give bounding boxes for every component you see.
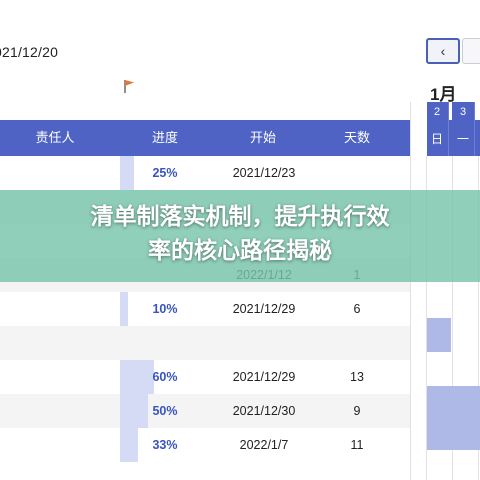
start-date-cell: [222, 326, 306, 360]
calendar-task-bar: [427, 386, 480, 450]
header-progress: 进度: [151, 130, 178, 145]
next-month-button[interactable]: [462, 38, 480, 64]
days-cell: 13: [350, 370, 364, 384]
start-date-cell: 2022/1/7: [239, 438, 289, 452]
column-separator: [410, 102, 427, 480]
header-owner: 责任人: [35, 130, 75, 145]
days-cell: 6: [353, 302, 361, 316]
banner-title-line-2: 率的核心路径揭秘: [148, 238, 332, 264]
progress-bar: [120, 292, 128, 326]
table-row[interactable]: 60% 2021/12/29 13: [0, 360, 410, 394]
banner-title: 清单制落实机制，提升执行效 率的核心路径揭秘: [0, 200, 480, 268]
days-cell: 11: [350, 438, 364, 452]
table-header: 责任人 进度 开始 天数: [0, 120, 480, 156]
progress-cell: [130, 326, 200, 360]
header-start: 开始: [249, 130, 276, 145]
progress-cell: 50%: [152, 404, 178, 418]
start-date-cell: 2021/12/30: [232, 404, 296, 418]
calendar-weekday: 日: [430, 132, 443, 146]
start-date-cell: 2021/12/29: [232, 302, 296, 316]
table-row[interactable]: 50% 2021/12/30 9: [0, 394, 410, 428]
top-date: 021/12/20: [0, 44, 59, 60]
banner-title-line-1: 清单制落实机制，提升执行效: [90, 204, 390, 230]
flag-icon: [124, 80, 134, 93]
days-cell: [322, 156, 392, 190]
calendar-task-bar: [427, 318, 451, 352]
header-days: 天数: [343, 130, 370, 145]
chevron-left-icon: ‹: [440, 43, 446, 59]
start-date-cell: 2021/12/29: [232, 370, 296, 384]
table-row[interactable]: 33% 2022/1/7 11: [0, 428, 410, 462]
calendar-day-2: 2 日: [426, 102, 449, 156]
progress-cell: 25%: [152, 166, 178, 180]
days-cell: [322, 326, 392, 360]
progress-cell: 33%: [152, 438, 178, 452]
start-date-cell: 2021/12/23: [232, 166, 296, 180]
table-row[interactable]: [0, 326, 410, 360]
table-row[interactable]: 25% 2021/12/23: [0, 156, 410, 190]
calendar-weekday: 一: [456, 132, 469, 146]
calendar-day-3: 3 一: [452, 102, 475, 156]
progress-cell: 60%: [152, 370, 178, 384]
table-row[interactable]: 10% 2021/12/29 6: [0, 292, 410, 326]
progress-cell: 10%: [152, 302, 178, 316]
prev-month-button[interactable]: ‹: [426, 38, 460, 64]
calendar-day-number: 2: [433, 106, 441, 118]
days-cell: 9: [353, 404, 361, 418]
calendar-day-number: 3: [459, 106, 467, 118]
